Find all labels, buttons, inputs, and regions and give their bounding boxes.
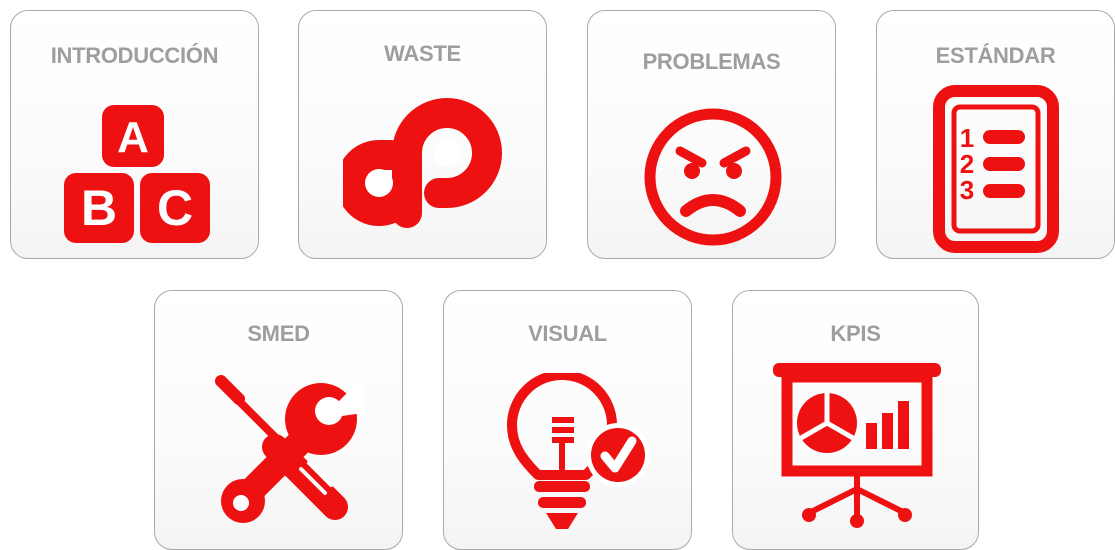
tile-label: WASTE — [384, 41, 461, 66]
tile-estandar[interactable]: ESTÁNDAR 1 2 3 — [876, 10, 1115, 259]
tile-smed[interactable]: SMED — [154, 290, 403, 550]
tile-label: ESTÁNDAR — [935, 43, 1056, 68]
tile-introduccion[interactable]: INTRODUCCIÓN A B C — [10, 10, 259, 259]
block-letter-b: B — [81, 180, 117, 236]
tile-kpis[interactable]: KPIS — [732, 290, 979, 550]
tile-label: VISUAL — [528, 321, 607, 346]
screwdriver-wrench-icon — [203, 373, 363, 533]
waste-loop-icon — [343, 87, 503, 247]
presentation-chart-icon — [769, 361, 945, 541]
block-letter-c: C — [157, 180, 193, 236]
list-number-3: 3 — [960, 175, 974, 205]
angry-face-icon — [640, 107, 786, 253]
tile-label: PROBLEMAS — [642, 49, 781, 74]
lightbulb-check-icon — [504, 373, 654, 533]
tile-waste[interactable]: WASTE — [298, 10, 547, 259]
numbered-list-icon: 1 2 3 — [933, 85, 1059, 257]
tile-label: KPIS — [830, 321, 881, 346]
tile-problemas[interactable]: PROBLEMAS — [587, 10, 836, 259]
block-letter-a: A — [117, 113, 149, 162]
tile-label: SMED — [247, 321, 310, 346]
tile-label: INTRODUCCIÓN — [50, 43, 219, 68]
tile-visual[interactable]: VISUAL — [443, 290, 692, 550]
abc-blocks-icon: A B C — [61, 101, 211, 251]
